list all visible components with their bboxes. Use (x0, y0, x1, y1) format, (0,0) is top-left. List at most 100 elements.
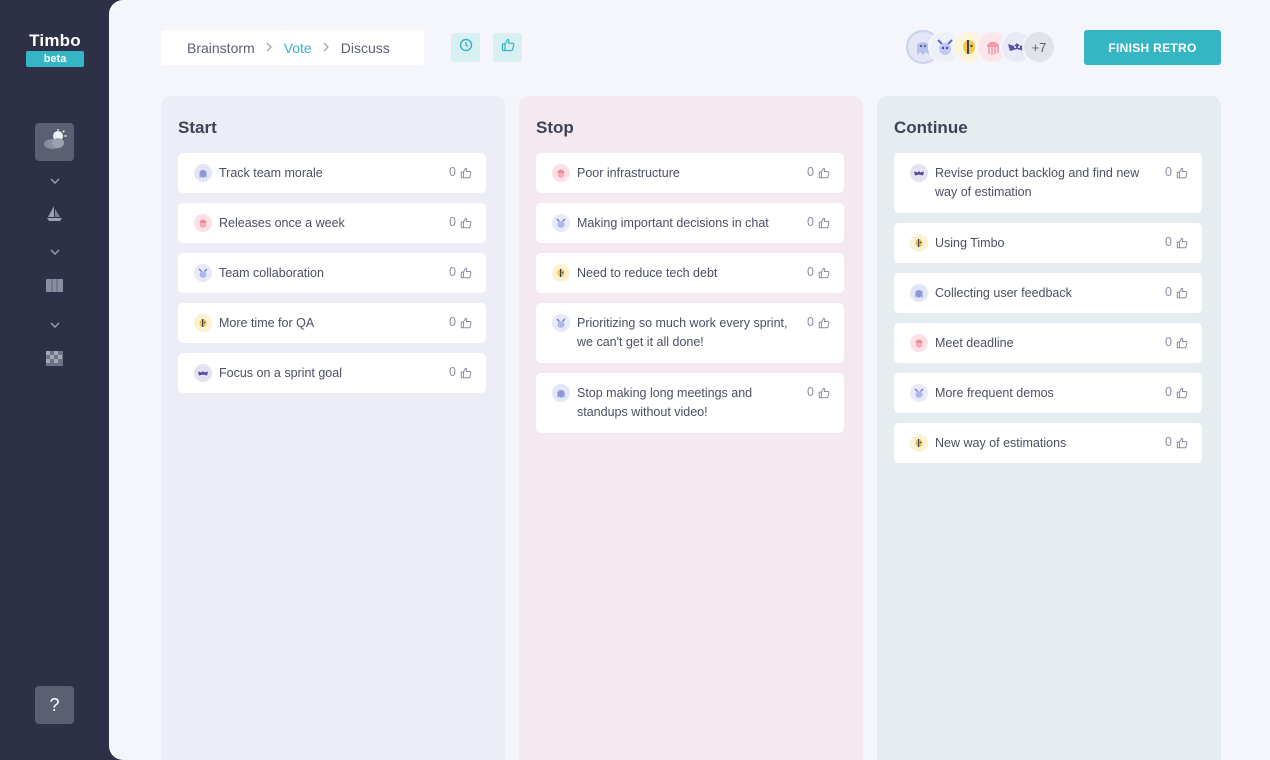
column-title: Start (178, 118, 217, 137)
column-stop: Stop Poor infrastructure 0 Making importan… (519, 96, 863, 760)
thumbs-up-icon[interactable] (818, 167, 830, 179)
thumbs-up-icon[interactable] (460, 317, 472, 329)
thumbs-up-icon[interactable] (1176, 237, 1188, 249)
vote-control[interactable]: 0 (449, 163, 472, 182)
card-text: More frequent demos (935, 386, 1054, 400)
vote-control[interactable]: 0 (807, 213, 830, 232)
thumbs-up-icon[interactable] (460, 217, 472, 229)
vote-control[interactable]: 0 (1165, 283, 1188, 302)
card-text: Revise product backlog and find new way … (935, 166, 1140, 199)
vote-control[interactable]: 0 (807, 163, 830, 182)
card-avatar-icon (552, 384, 570, 402)
thumbs-up-icon[interactable] (460, 367, 472, 379)
chevron-down-icon (48, 173, 62, 184)
chevron-right-icon (323, 40, 330, 55)
vote-count: 0 (807, 165, 814, 179)
vote-control[interactable]: 0 (1165, 233, 1188, 252)
thumbs-up-icon[interactable] (1176, 287, 1188, 299)
logo[interactable]: Timbo beta (26, 31, 84, 67)
more-participants-badge[interactable]: +7 (1022, 30, 1056, 64)
thumbs-up-icon[interactable] (1176, 337, 1188, 349)
board-icon[interactable] (45, 276, 64, 295)
retro-card[interactable]: Team collaboration 0 (178, 253, 486, 293)
card-text: More time for QA (219, 316, 315, 330)
card-avatar-icon (910, 384, 928, 402)
vote-control[interactable]: 0 (449, 263, 472, 282)
retro-card[interactable]: Need to reduce tech debt 0 (536, 253, 844, 293)
thumbs-up-icon[interactable] (818, 387, 830, 399)
vote-control[interactable]: 0 (807, 313, 830, 332)
breadcrumb-step-discuss[interactable]: Discuss (341, 40, 390, 56)
participants[interactable]: +7 (906, 30, 1056, 64)
help-button[interactable]: ? (35, 686, 74, 724)
thumbs-up-icon[interactable] (818, 217, 830, 229)
finish-retro-button[interactable]: FINISH RETRO (1084, 30, 1221, 65)
breadcrumb-step-brainstorm[interactable]: Brainstorm (187, 40, 255, 56)
card-avatar-icon (910, 234, 928, 252)
main-area: Brainstorm Vote Discuss +7 FINISH RETRO … (109, 0, 1270, 760)
vote-control[interactable]: 0 (449, 363, 472, 382)
retro-card[interactable]: More time for QA 0 (178, 303, 486, 343)
logo-name: Timbo (29, 31, 81, 50)
thumbs-up-icon[interactable] (818, 317, 830, 329)
timer-button[interactable] (451, 33, 480, 62)
column-continue: Continue Revise product backlog and find… (877, 96, 1221, 760)
card-text: Focus on a sprint goal (219, 366, 342, 380)
sidebar-item-weather[interactable] (35, 123, 74, 161)
card-avatar-icon (910, 434, 928, 452)
thumbs-up-icon[interactable] (460, 267, 472, 279)
vote-control[interactable]: 0 (449, 213, 472, 232)
retro-card[interactable]: Releases once a week 0 (178, 203, 486, 243)
beta-badge: beta (26, 51, 84, 67)
retro-card[interactable]: Track team morale 0 (178, 153, 486, 193)
card-text: Need to reduce tech debt (577, 266, 718, 280)
vote-count: 0 (449, 215, 456, 229)
card-text: New way of estimations (935, 436, 1067, 450)
vote-count: 0 (449, 265, 456, 279)
retro-card[interactable]: Revise product backlog and find new way … (894, 153, 1202, 213)
vote-count: 0 (807, 385, 814, 399)
vote-control[interactable]: 0 (449, 313, 472, 332)
retro-card[interactable]: Meet deadline 0 (894, 323, 1202, 363)
card-text: Prioritizing so much work every sprint, … (577, 316, 788, 349)
thumbs-up-icon[interactable] (818, 267, 830, 279)
breadcrumb: Brainstorm Vote Discuss (161, 30, 424, 65)
vote-count: 0 (807, 215, 814, 229)
thumbs-up-icon[interactable] (1176, 167, 1188, 179)
retro-card[interactable]: Focus on a sprint goal 0 (178, 353, 486, 393)
card-text: Collecting user feedback (935, 286, 1072, 300)
vote-control[interactable]: 0 (807, 383, 830, 402)
card-text: Releases once a week (219, 216, 345, 230)
retro-card[interactable]: New way of estimations 0 (894, 423, 1202, 463)
card-avatar-icon (910, 164, 928, 182)
vote-control[interactable]: 0 (807, 263, 830, 282)
clock-icon (459, 38, 473, 57)
vote-count: 0 (1165, 435, 1172, 449)
vote-control[interactable]: 0 (1165, 163, 1188, 182)
retro-card[interactable]: Collecting user feedback 0 (894, 273, 1202, 313)
column-start: Start Track team morale 0 Releases once a … (161, 96, 505, 760)
retro-card[interactable]: Prioritizing so much work every sprint, … (536, 303, 844, 363)
card-avatar-icon (910, 334, 928, 352)
retro-card[interactable]: Using Timbo 0 (894, 223, 1202, 263)
thumbs-up-icon[interactable] (1176, 437, 1188, 449)
checkered-flag-icon[interactable] (45, 349, 64, 368)
column-title: Stop (536, 118, 574, 137)
vote-count: 0 (449, 365, 456, 379)
vote-control[interactable]: 0 (1165, 383, 1188, 402)
retro-card[interactable]: Poor infrastructure 0 (536, 153, 844, 193)
vote-button[interactable] (493, 33, 522, 62)
vote-control[interactable]: 0 (1165, 333, 1188, 352)
vote-control[interactable]: 0 (1165, 433, 1188, 452)
card-text: Track team morale (219, 166, 323, 180)
retro-card[interactable]: More frequent demos 0 (894, 373, 1202, 413)
thumbs-up-icon[interactable] (460, 167, 472, 179)
thumbs-up-icon[interactable] (1176, 387, 1188, 399)
retro-card[interactable]: Stop making long meetings and standups w… (536, 373, 844, 433)
breadcrumb-step-vote[interactable]: Vote (284, 40, 312, 56)
retro-card[interactable]: Making important decisions in chat 0 (536, 203, 844, 243)
sailboat-icon[interactable] (45, 204, 64, 223)
card-avatar-icon (552, 214, 570, 232)
chevron-down-icon (48, 317, 62, 328)
vote-count: 0 (807, 265, 814, 279)
